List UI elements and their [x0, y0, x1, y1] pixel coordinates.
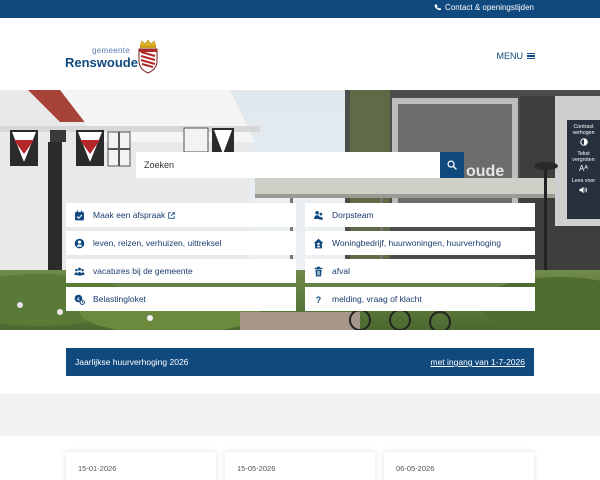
search-input[interactable] [136, 152, 440, 178]
quick-links-grid: Maak een afspraak Dorpsteam leven, reize… [66, 203, 535, 311]
announcement-banner[interactable]: Jaarlijkse huurverhoging 2026 met ingang… [66, 348, 534, 376]
contrast-button[interactable]: Contrast verhogen [567, 124, 600, 146]
external-link-icon [168, 211, 176, 219]
news-card[interactable]: 15-05-2026 [225, 452, 375, 480]
tile-label: melding, vraag of klacht [332, 294, 422, 304]
tile-waste[interactable]: afval [305, 259, 535, 283]
search-icon [447, 160, 457, 170]
menu-button[interactable]: MENU [496, 51, 535, 61]
tile-label: Belastingloket [93, 294, 146, 304]
tile-tax[interactable]: € Belastingloket [66, 287, 296, 311]
news-cards: 15-01-2026 15-05-2026 06-05-2026 [66, 452, 534, 480]
question-icon: ? [312, 293, 324, 305]
tile-report[interactable]: ? melding, vraag of klacht [305, 287, 535, 311]
contrast-label: Contrast verhogen [572, 124, 595, 136]
news-card[interactable]: 15-01-2026 [66, 452, 216, 480]
speaker-icon [579, 186, 587, 194]
accessibility-panel: Contrast verhogen Tekst vergroten Aᴬ Lee… [567, 120, 600, 219]
logo-title: Renswoude [65, 55, 138, 70]
tile-appointment[interactable]: Maak een afspraak [66, 203, 296, 227]
svg-text:oude: oude [466, 163, 504, 180]
contrast-icon [579, 138, 588, 146]
tile-label: Dorpsteam [332, 210, 374, 220]
team-icon [312, 209, 324, 221]
text-size-label: Tekst vergroten [572, 151, 595, 163]
contact-label: Contact & openingstijden [445, 3, 534, 12]
tile-vacancies[interactable]: vacatures bij de gemeente [66, 259, 296, 283]
contact-link[interactable]: Contact & openingstijden [434, 3, 534, 12]
news-card[interactable]: 06-05-2026 [384, 452, 534, 480]
tile-label: vacatures bij de gemeente [93, 266, 193, 276]
svg-text:?: ? [315, 294, 320, 304]
hamburger-icon [527, 52, 535, 60]
read-aloud-button[interactable]: Lees voor [572, 178, 595, 194]
site-header: gemeente Renswoude MENU [0, 18, 600, 90]
tile-label: leven, reizen, verhuizen, uittreksel [93, 238, 222, 248]
coat-of-arms-icon [138, 40, 158, 74]
tile-housing[interactable]: Woningbedrijf, huurwoningen, huurverhogi… [305, 231, 535, 255]
announcement-link[interactable]: met ingang van 1-7-2026 [430, 357, 525, 367]
calendar-check-icon [73, 209, 85, 221]
news-date: 15-01-2026 [78, 464, 117, 473]
read-aloud-label: Lees voor [571, 178, 596, 184]
user-circle-icon [73, 237, 85, 249]
section-divider [0, 394, 600, 436]
news-date: 06-05-2026 [396, 464, 435, 473]
tile-life-travel[interactable]: leven, reizen, verhuizen, uittreksel [66, 231, 296, 255]
people-group-icon [73, 265, 85, 277]
announcement-title: Jaarlijkse huurverhoging 2026 [75, 357, 189, 367]
tile-label: afval [332, 266, 350, 276]
search-bar [136, 152, 464, 178]
menu-label: MENU [496, 51, 524, 61]
tax-icon: € [73, 293, 85, 305]
tile-dorpsteam[interactable]: Dorpsteam [305, 203, 535, 227]
phone-icon [434, 3, 442, 10]
trash-icon [312, 265, 324, 277]
tile-label: Maak een afspraak [93, 210, 166, 220]
search-button[interactable] [440, 152, 464, 178]
top-bar: Contact & openingstijden [0, 0, 600, 18]
hero-banner: oude Maak een afspraak Dorpstea [0, 90, 600, 330]
text-size-button[interactable]: Tekst vergroten Aᴬ [567, 151, 600, 173]
text-size-icon: Aᴬ [579, 164, 588, 173]
house-user-icon [312, 237, 324, 249]
logo-subtitle: gemeente [92, 46, 130, 55]
tile-label: Woningbedrijf, huurwoningen, huurverhogi… [332, 238, 502, 248]
news-date: 15-05-2026 [237, 464, 276, 473]
